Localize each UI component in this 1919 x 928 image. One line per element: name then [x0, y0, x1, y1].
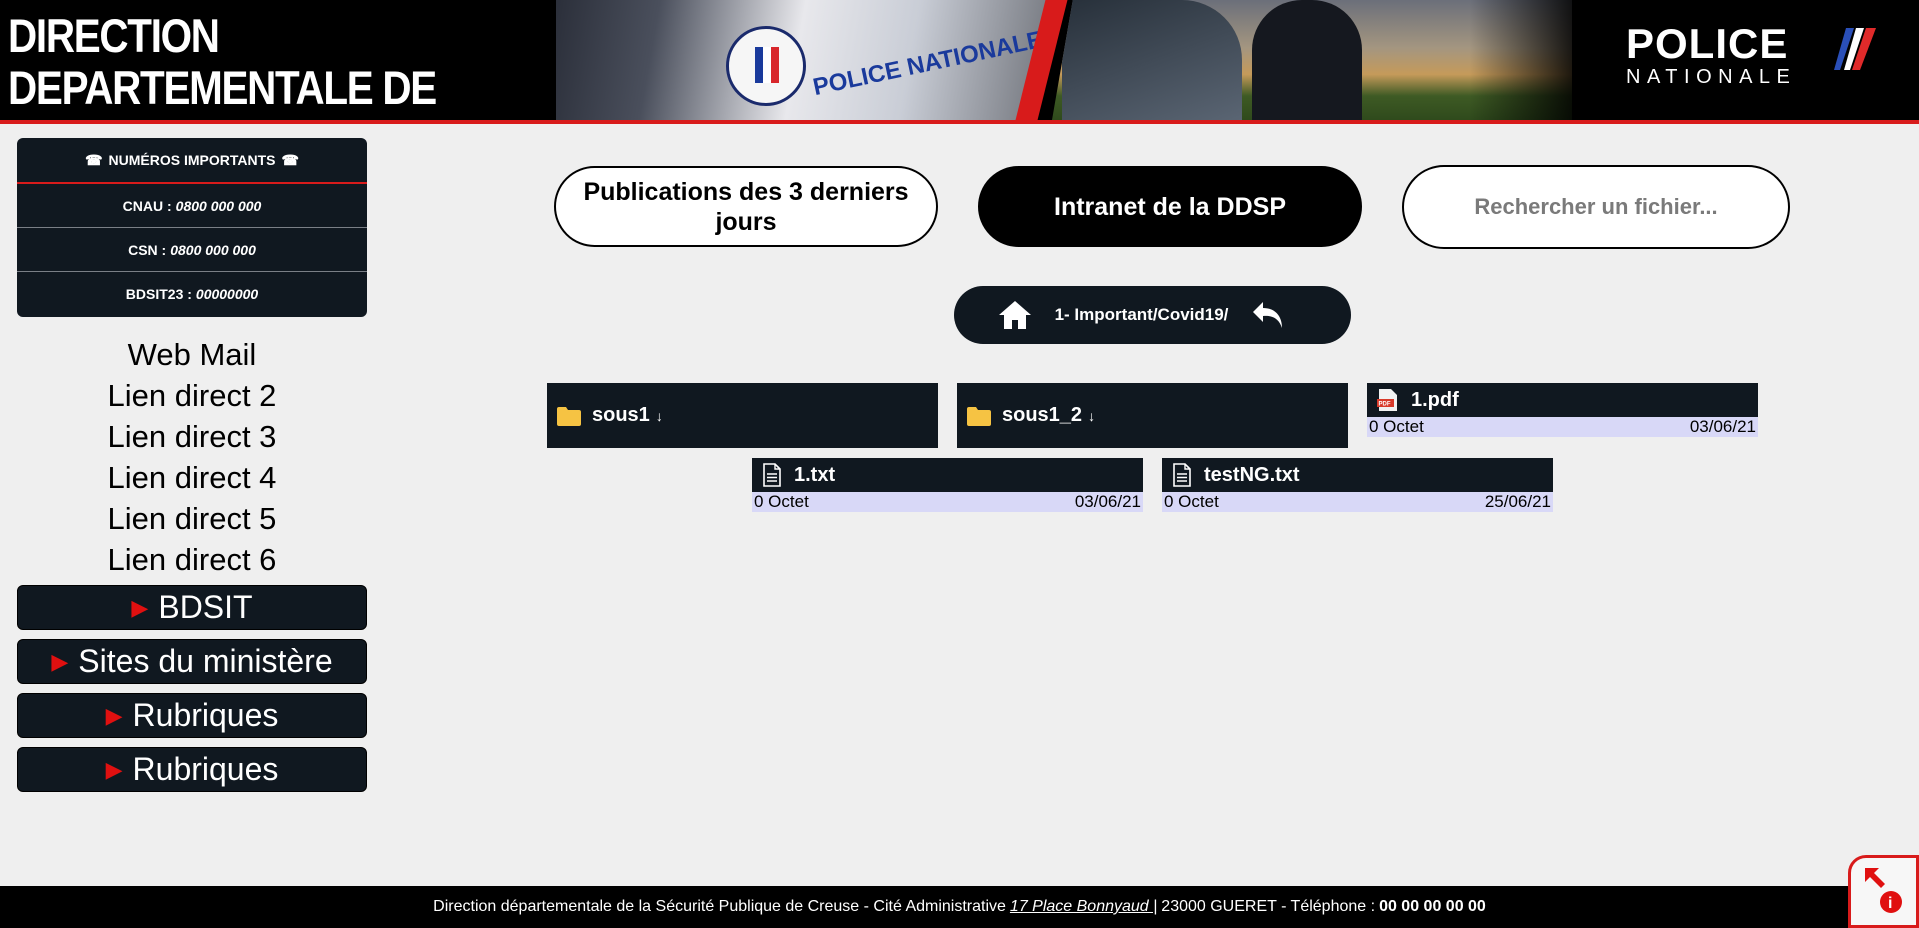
tricolor-flag-icon	[1834, 28, 1876, 70]
logo-nationale-text: NATIONALE	[1626, 66, 1797, 88]
file-tile-testng-txt[interactable]: testNG.txt 0 Octet 25/06/21	[1162, 458, 1553, 512]
svg-text:i: i	[1888, 895, 1892, 912]
car-livery-text: POLICE NATIONALE	[810, 25, 1046, 102]
police-nationale-logo: POLICE NATIONALE	[1626, 20, 1876, 88]
footer-text: Direction départementale de la Sécurité …	[433, 898, 1006, 915]
banner-photo-police-car: POLICE NATIONALE	[556, 0, 1056, 120]
triangle-right-icon: ▶	[105, 702, 123, 728]
phone-icon: ☎	[281, 151, 299, 168]
logo-police-text: POLICE	[1626, 20, 1789, 67]
publications-button[interactable]: Publications des 3 derniers jours	[554, 166, 938, 247]
important-numbers-label: NUMÉROS IMPORTANTS	[108, 152, 276, 168]
link-direct-5[interactable]: Lien direct 5	[17, 498, 367, 539]
site-title-line2: LA SECURITE PUBLIQUE de la CREUSE	[8, 114, 481, 121]
site-title: DIRECTION DEPARTEMENTALE DE LA SECURITE …	[8, 9, 481, 121]
menu-button-rubriques-2[interactable]: ▶ Rubriques	[17, 747, 367, 792]
svg-text:PDF: PDF	[1379, 402, 1391, 408]
search-info-icon: i	[1865, 868, 1902, 913]
number-value: 00000000	[195, 286, 259, 302]
number-row-csn: CSN : 0800 000 000	[17, 228, 367, 272]
text-file-icon	[1173, 463, 1191, 487]
footer-address-link[interactable]: 17 Place Bonnyaud |	[1010, 898, 1157, 916]
phone-icon: ☎	[85, 151, 103, 168]
file-tile-header[interactable]: testNG.txt	[1162, 458, 1553, 492]
police-badge-icon	[726, 26, 806, 106]
file-name: testNG.txt	[1204, 463, 1300, 486]
file-date: 25/06/21	[1484, 492, 1551, 511]
folder-icon	[557, 406, 581, 426]
folder-tile-sous1[interactable]: sous1 ↓	[547, 383, 938, 448]
file-meta: 0 Octet 03/06/21	[1367, 417, 1758, 437]
triangle-right-icon: ▶	[131, 594, 149, 620]
banner-car-shape	[1062, 0, 1242, 120]
home-icon[interactable]	[998, 300, 1032, 330]
file-meta: 0 Octet 03/06/21	[752, 492, 1143, 512]
important-numbers-title: ☎ NUMÉROS IMPORTANTS ☎	[17, 138, 367, 184]
link-direct-6[interactable]: Lien direct 6	[17, 539, 367, 580]
text-file-icon	[763, 463, 781, 487]
number-value: 0800 000 000	[175, 197, 262, 214]
breadcrumb-path: 1- Important/Covid19/	[1054, 305, 1229, 324]
number-label: CNAU :	[122, 197, 172, 214]
link-direct-3[interactable]: Lien direct 3	[17, 416, 367, 457]
number-label: BDSIT23 :	[125, 286, 192, 302]
quick-links: Web Mail Lien direct 2 Lien direct 3 Lie…	[17, 334, 367, 580]
search-file-button[interactable]: Rechercher un fichier...	[1402, 165, 1790, 249]
intranet-button[interactable]: Intranet de la DDSP	[978, 166, 1362, 247]
file-date: 03/06/21	[1689, 417, 1756, 436]
number-value: 0800 000 000	[170, 241, 256, 258]
number-label: CSN :	[128, 241, 167, 258]
file-tile-1-txt[interactable]: 1.txt 0 Octet 03/06/21	[752, 458, 1143, 512]
important-numbers-panel: ☎ NUMÉROS IMPORTANTS ☎ CNAU : 0800 000 0…	[17, 138, 367, 317]
link-web-mail[interactable]: Web Mail	[17, 334, 367, 375]
file-name: 1.txt	[794, 463, 836, 486]
triangle-right-icon: ▶	[51, 648, 69, 674]
file-tile-1-pdf[interactable]: PDF 1.pdf 0 Octet 03/06/21	[1367, 383, 1758, 437]
arrow-down-icon: ↓	[1088, 407, 1096, 424]
breadcrumb: 1- Important/Covid19/	[954, 286, 1351, 344]
menu-button-label: Rubriques	[132, 751, 279, 787]
file-size: 0 Octet	[1164, 492, 1219, 511]
footer: Direction départementale de la Sécurité …	[0, 886, 1919, 928]
menu-button-label: Rubriques	[132, 697, 279, 733]
triangle-right-icon: ▶	[105, 756, 123, 782]
site-title-line1: DIRECTION DEPARTEMENTALE DE	[8, 9, 437, 114]
banner-fade	[1470, 0, 1590, 120]
file-tile-header[interactable]: PDF 1.pdf	[1367, 383, 1758, 417]
folder-name: sous1	[592, 404, 650, 426]
file-date: 03/06/21	[1074, 492, 1141, 511]
menu-button-label: Sites du ministère	[78, 643, 333, 679]
menu-button-label: BDSIT	[158, 589, 253, 625]
folder-tile-sous1-2[interactable]: sous1_2 ↓	[957, 383, 1348, 448]
file-size: 0 Octet	[754, 492, 809, 511]
file-size: 0 Octet	[1369, 417, 1424, 436]
menu-button-bdsit[interactable]: ▶ BDSIT	[17, 585, 367, 630]
footer-phone: 00 00 00 00 00	[1379, 898, 1486, 915]
folder-name: sous1_2	[1002, 404, 1083, 426]
pdf-icon: PDF	[1377, 389, 1397, 411]
link-direct-2[interactable]: Lien direct 2	[17, 375, 367, 416]
file-meta: 0 Octet 25/06/21	[1162, 492, 1553, 512]
back-arrow-icon[interactable]	[1251, 300, 1285, 330]
menu-button-sites-ministere[interactable]: ▶ Sites du ministère	[17, 639, 367, 684]
file-name: 1.pdf	[1411, 388, 1459, 411]
folder-icon	[967, 406, 991, 426]
banner-officer-shape	[1252, 0, 1362, 120]
footer-city: 23000 GUERET - Téléphone :	[1161, 898, 1376, 915]
number-row-bdsit23: BDSIT23 : 00000000	[17, 272, 367, 316]
file-tile-header[interactable]: 1.txt	[752, 458, 1143, 492]
help-widget-button[interactable]: i	[1848, 855, 1919, 928]
menu-button-rubriques-1[interactable]: ▶ Rubriques	[17, 693, 367, 738]
header-banner: POLICE NATIONALE DIRECTION DEPARTEMENTAL…	[0, 0, 1919, 124]
link-direct-4[interactable]: Lien direct 4	[17, 457, 367, 498]
arrow-down-icon: ↓	[655, 407, 663, 424]
number-row-cnau: CNAU : 0800 000 000	[17, 184, 367, 228]
